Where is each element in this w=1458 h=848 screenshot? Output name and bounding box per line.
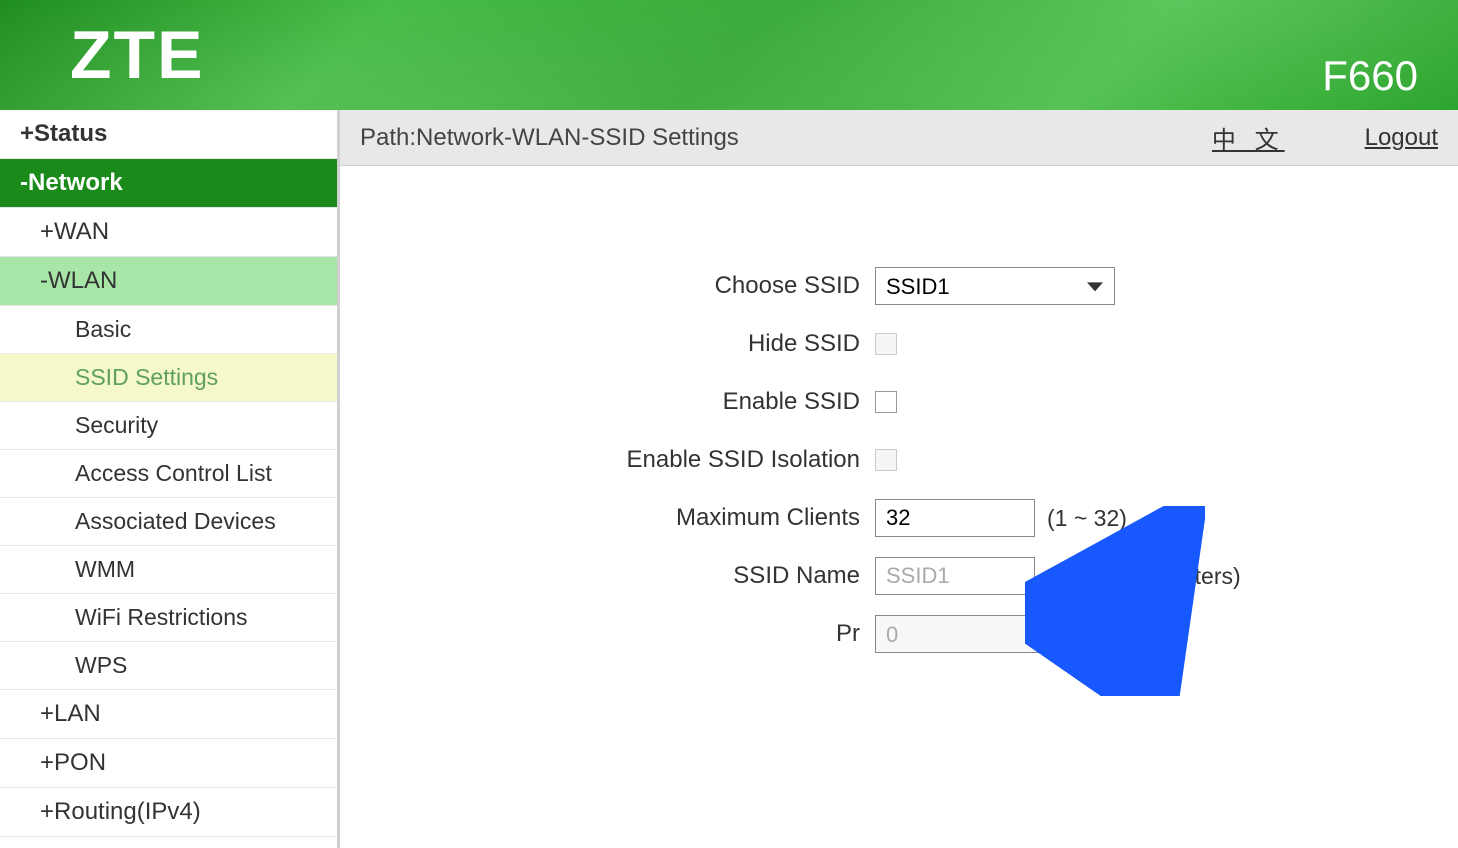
sidebar-item-pon[interactable]: +PON [0, 739, 337, 788]
sidebar-item-status[interactable]: +Status [0, 110, 337, 159]
sidebar-item-routing-ipv6[interactable]: +Routing(IPv6) [0, 837, 337, 848]
sidebar-item-network[interactable]: -Network [0, 159, 337, 208]
topbar: Path:Network-WLAN-SSID Settings 中 文 Logo… [340, 110, 1458, 166]
row-choose-ssid: Choose SSID SSID1 [380, 266, 1418, 306]
main-container: +Status -Network +WAN -WLAN Basic SSID S… [0, 110, 1458, 848]
sidebar-item-lan[interactable]: +LAN [0, 690, 337, 739]
content-area: Choose SSID SSID1 Hide SSID Enable SSID [340, 166, 1458, 848]
row-max-clients: Maximum Clients (1 ~ 32) [380, 498, 1418, 538]
sidebar-item-routing-ipv4[interactable]: +Routing(IPv4) [0, 788, 337, 837]
sidebar-item-wps[interactable]: WPS [0, 642, 337, 690]
row-priority: Pr 0 [380, 614, 1418, 654]
label-priority: Pr [380, 620, 875, 648]
priority-select[interactable]: 0 [875, 615, 1115, 653]
sidebar-item-ssid-settings[interactable]: SSID Settings [0, 354, 337, 402]
logout-link[interactable]: Logout [1365, 124, 1438, 152]
row-enable-ssid: Enable SSID [380, 382, 1418, 422]
brand-logo: ZTE [70, 16, 204, 94]
model-label: F660 [1322, 52, 1418, 100]
sidebar-item-basic[interactable]: Basic [0, 306, 337, 354]
max-clients-hint: (1 ~ 32) [1047, 505, 1127, 532]
label-hide-ssid: Hide SSID [380, 330, 875, 358]
label-max-clients: Maximum Clients [380, 504, 875, 532]
row-hide-ssid: Hide SSID [380, 324, 1418, 364]
sidebar-item-assoc-devices[interactable]: Associated Devices [0, 498, 337, 546]
sidebar: +Status -Network +WAN -WLAN Basic SSID S… [0, 110, 340, 848]
language-link[interactable]: 中 文 [1212, 120, 1285, 155]
label-enable-ssid-isolation: Enable SSID Isolation [380, 446, 875, 474]
main-panel: Path:Network-WLAN-SSID Settings 中 文 Logo… [340, 110, 1458, 848]
row-enable-ssid-isolation: Enable SSID Isolation [380, 440, 1418, 480]
sidebar-item-acl[interactable]: Access Control List [0, 450, 337, 498]
enable-ssid-checkbox[interactable] [875, 391, 897, 413]
hide-ssid-checkbox[interactable] [875, 333, 897, 355]
label-ssid-name: SSID Name [380, 562, 875, 590]
sidebar-item-wmm[interactable]: WMM [0, 546, 337, 594]
ssid-name-input[interactable] [875, 557, 1035, 595]
breadcrumb: Path:Network-WLAN-SSID Settings [360, 124, 1132, 152]
sidebar-item-wan[interactable]: +WAN [0, 208, 337, 257]
sidebar-item-security[interactable]: Security [0, 402, 337, 450]
row-ssid-name: SSID Name (1 ~ 32 characters) [380, 556, 1418, 596]
sidebar-item-wlan[interactable]: -WLAN [0, 257, 337, 306]
enable-ssid-isolation-checkbox[interactable] [875, 449, 897, 471]
sidebar-item-wifi-restrictions[interactable]: WiFi Restrictions [0, 594, 337, 642]
max-clients-input[interactable] [875, 499, 1035, 537]
header: ZTE F660 [0, 0, 1458, 110]
label-enable-ssid: Enable SSID [380, 388, 875, 416]
ssid-name-hint: (1 ~ 32 characters) [1047, 563, 1241, 590]
label-choose-ssid: Choose SSID [380, 272, 875, 300]
choose-ssid-select[interactable]: SSID1 [875, 267, 1115, 305]
